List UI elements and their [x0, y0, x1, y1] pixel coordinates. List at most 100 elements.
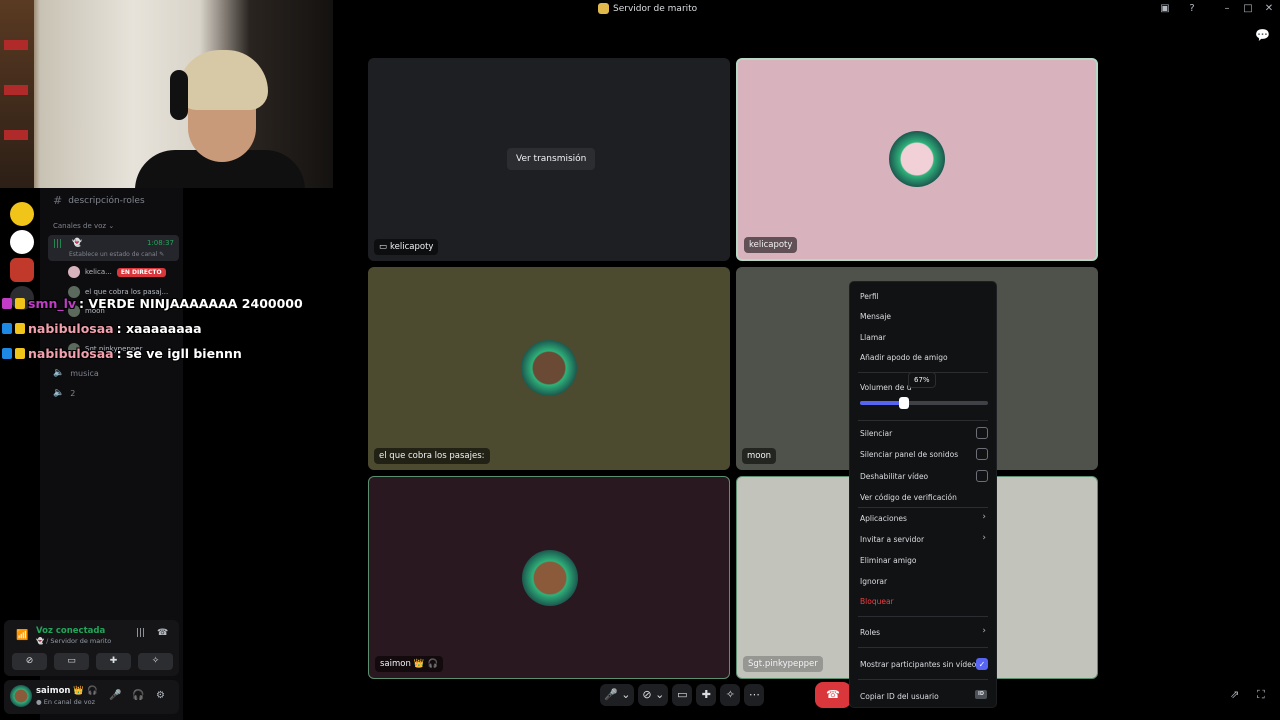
volume-tooltip: 67% [908, 372, 936, 388]
fullscreen-icon[interactable]: ⛶ [1257, 688, 1265, 702]
screen-share-control[interactable]: ▭ [672, 684, 693, 706]
menu-item-message[interactable]: Mensaje [860, 312, 891, 321]
menu-item-profile[interactable]: Perfil [860, 292, 879, 301]
avatar [522, 550, 578, 606]
more-options-icon[interactable]: ⋯ [744, 684, 765, 706]
crown-icon: 👑 [413, 659, 425, 669]
channel-status-hint[interactable]: Establece un estado de canal ✎ [69, 251, 164, 258]
text-channel[interactable]: # descripción-roles [53, 194, 145, 207]
divider [858, 420, 988, 421]
chevron-right-icon: › [982, 626, 986, 636]
popout-icon[interactable]: ⇗ [1230, 688, 1239, 701]
screen-icon: ▭ [379, 242, 388, 252]
chat-text: : xaaaaaaaa [116, 321, 202, 336]
user-name: saimon 👑 🎧 [36, 686, 98, 696]
divider [858, 647, 988, 648]
menu-item-verification-code[interactable]: Ver código de verificación [860, 493, 957, 502]
mute-checkbox[interactable] [976, 427, 988, 439]
menu-item-show-no-video[interactable]: Mostrar participantes sin vídeo [860, 660, 976, 669]
menu-item-roles[interactable]: Roles [860, 628, 880, 637]
headphones-icon: 🎧 [427, 659, 439, 669]
menu-item-invite[interactable]: Invitar a servidor [860, 535, 924, 544]
minimize-icon[interactable]: – [1221, 3, 1233, 15]
menu-item-add-nickname[interactable]: Añadir apodo de amigo [860, 353, 948, 362]
video-tile[interactable]: saimon 👑 🎧 [368, 476, 730, 679]
headphones-icon[interactable]: 🎧 [132, 690, 144, 701]
video-tile[interactable]: el que cobra los pasajes: [368, 267, 730, 470]
chat-bubble-icon[interactable]: 💬 [1255, 28, 1270, 42]
menu-item-ignore[interactable]: Ignorar [860, 577, 887, 586]
mute-soundboard-checkbox[interactable] [976, 448, 988, 460]
mic-badge-icon [2, 298, 12, 309]
tile-label: kelicapoty [744, 237, 798, 253]
help-icon[interactable]: ? [1186, 3, 1198, 15]
microphone-icon[interactable]: 🎤 [109, 690, 121, 701]
menu-item-block[interactable]: Bloquear [860, 597, 894, 606]
menu-item-call[interactable]: Llamar [860, 333, 886, 342]
menu-item-remove-friend[interactable]: Eliminar amigo [860, 556, 916, 565]
avatar [521, 340, 577, 396]
server-icon-3[interactable] [10, 258, 34, 282]
mic-control[interactable]: 🎤 ⌄ [600, 684, 635, 706]
menu-item-apps[interactable]: Aplicaciones [860, 514, 907, 523]
camera-control[interactable]: ⊘ ⌄ [638, 684, 669, 706]
divider [858, 616, 988, 617]
activities-button[interactable]: ✚ [96, 653, 131, 670]
voice-category[interactable]: Canales de voz ⌄ [53, 222, 114, 230]
voice-channel-2[interactable]: 🔈 2 [53, 388, 75, 398]
soundboard-button[interactable]: ✧ [138, 653, 173, 670]
video-tile[interactable]: kelicapoty [736, 58, 1098, 261]
user-bar: saimon 👑 🎧 ● En canal de voz 🎤 🎧 ⚙ [4, 680, 179, 714]
signal-icon[interactable]: 📶 [16, 630, 28, 641]
menu-item-copy-id[interactable]: Copiar ID del usuario [860, 692, 939, 701]
user-status: ● En canal de voz [36, 698, 96, 706]
menu-item-disable-video[interactable]: Deshabilitar vídeo [860, 472, 928, 481]
chat-message: nabibulosaa : se ve igll biennn [2, 346, 242, 361]
voice-user[interactable]: kelica... EN DIRECTO [68, 265, 166, 279]
chat-text: : VERDE NINJAAAAAAA 2400000 [79, 296, 303, 311]
divider [858, 507, 988, 508]
settings-gear-icon[interactable]: ⚙ [156, 690, 165, 701]
server-icon-2[interactable] [10, 230, 34, 254]
tile-label: ▭ kelicapoty [374, 239, 439, 255]
divider [858, 679, 988, 680]
close-icon[interactable]: ✕ [1263, 3, 1275, 15]
avatar [68, 266, 80, 278]
voice-wave-icon: ||| [53, 239, 63, 249]
chevron-right-icon: › [982, 533, 986, 543]
camera-off-button[interactable]: ⊘ [12, 653, 47, 670]
window-title: Servidor de marito [598, 3, 697, 14]
avatar[interactable] [10, 685, 32, 707]
voice-channel-name: musica [70, 368, 99, 378]
voice-user-name: kelica... [85, 268, 112, 276]
show-no-video-checkbox[interactable]: ✓ [976, 658, 988, 670]
watch-stream-button[interactable]: Ver transmisión [507, 148, 596, 170]
active-voice-channel[interactable]: ||| 👻 1:08:37 Establece un estado de can… [48, 235, 179, 261]
noise-suppression-icon[interactable]: ||| [136, 628, 145, 638]
disconnect-call-button[interactable]: ☎ [815, 682, 851, 708]
menu-item-mute-soundboard[interactable]: Silenciar panel de sonidos [860, 450, 958, 459]
tile-label: el que cobra los pasajes: [374, 448, 490, 464]
speaker-icon: 🔈 [53, 388, 65, 398]
screen-share-button[interactable]: ▭ [54, 653, 89, 670]
soundboard-control[interactable]: ✧ [720, 684, 741, 706]
voice-channel-musica[interactable]: 🔈 musica [53, 368, 99, 378]
menu-item-mute[interactable]: Silenciar [860, 429, 892, 438]
disable-video-checkbox[interactable] [976, 470, 988, 482]
video-tile-stream[interactable]: Ver transmisión ▭ kelicapoty [368, 58, 730, 261]
crown-badge-icon [15, 348, 25, 359]
video-stage: 💬 Ver transmisión ▭ kelicapoty kelicapoty… [333, 18, 1280, 720]
volume-label: Volumen de u [860, 383, 912, 392]
hash-icon: # [53, 194, 63, 207]
server-icon-1[interactable] [10, 202, 34, 226]
discord-app: Servidor de marito ▣ ? – □ ✕ # descripci… [0, 0, 1280, 720]
sub-badge-icon [15, 323, 25, 334]
activities-control[interactable]: ✚ [696, 684, 717, 706]
speaker-icon: 🔈 [53, 368, 65, 378]
maximize-icon[interactable]: □ [1242, 3, 1254, 15]
volume-slider-thumb[interactable] [898, 397, 909, 409]
volume-slider[interactable] [860, 397, 988, 409]
inbox-icon[interactable]: ▣ [1159, 3, 1171, 15]
shelf-image [0, 0, 34, 188]
disconnect-icon[interactable]: ☎ [157, 628, 168, 638]
